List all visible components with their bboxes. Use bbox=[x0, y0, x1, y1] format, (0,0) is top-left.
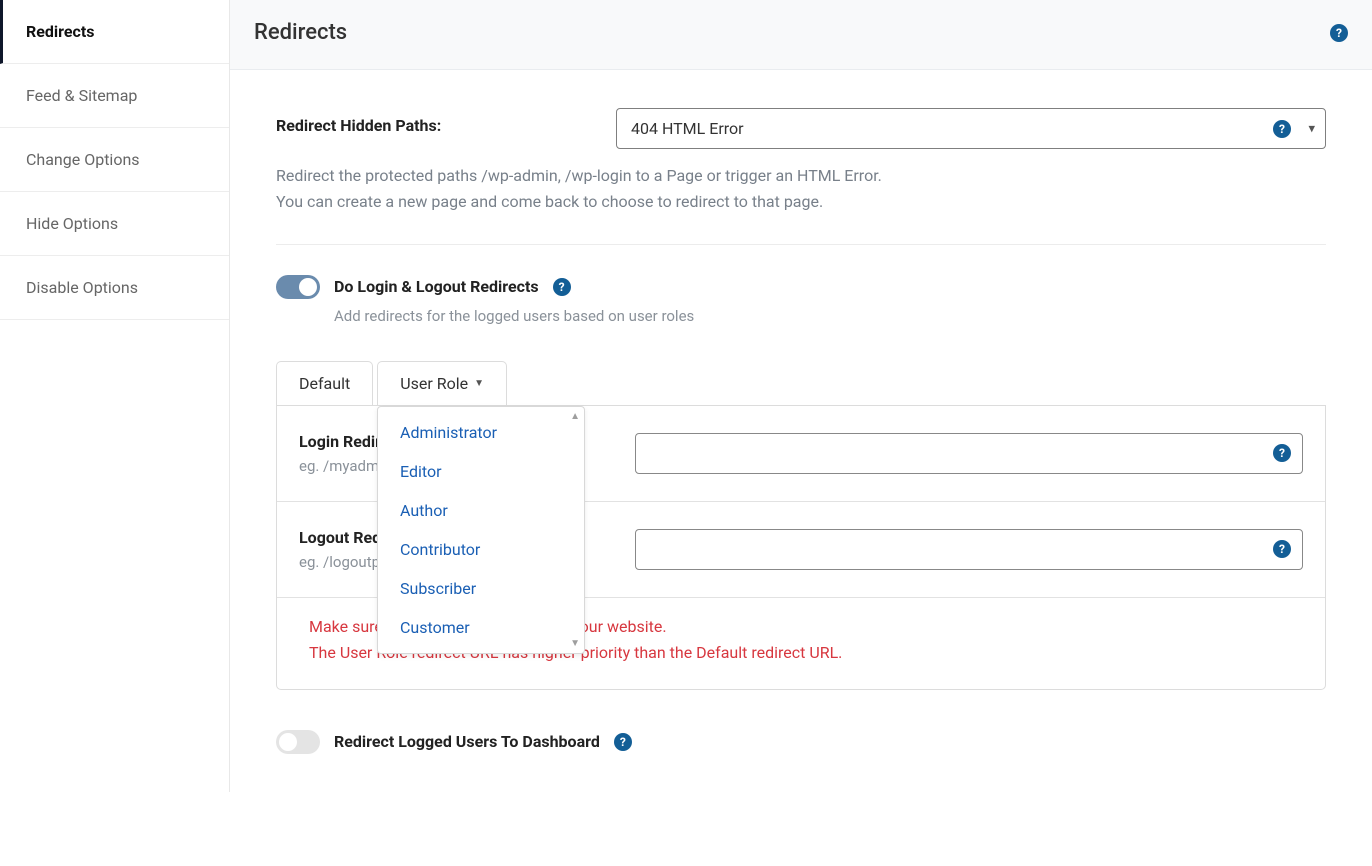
dropdown-item-editor[interactable]: Editor bbox=[378, 452, 584, 491]
header-help-icon[interactable]: ? bbox=[1330, 24, 1348, 42]
tab-default[interactable]: Default bbox=[276, 361, 373, 405]
sidebar: Redirects Feed & Sitemap Change Options … bbox=[0, 0, 230, 792]
dropdown-item-contributor[interactable]: Contributor bbox=[378, 530, 584, 569]
dropdown-item-subscriber[interactable]: Subscriber bbox=[378, 569, 584, 608]
sidebar-item-redirects[interactable]: Redirects bbox=[0, 0, 229, 64]
scroll-up-icon[interactable]: ▲ bbox=[570, 411, 580, 422]
hidden-paths-desc: Redirect the protected paths /wp-admin, … bbox=[276, 163, 1326, 216]
chevron-down-icon: ▾ bbox=[1308, 121, 1315, 136]
tabs: Default User Role ▼ bbox=[276, 361, 1326, 406]
login-redirect-input[interactable] bbox=[635, 433, 1303, 474]
redirect-card: ▲ Administrator Editor Author Contributo… bbox=[276, 406, 1326, 690]
login-logout-toggle[interactable] bbox=[276, 275, 320, 299]
hidden-paths-label: Redirect Hidden Paths: bbox=[276, 108, 576, 135]
hidden-paths-help-icon[interactable]: ? bbox=[1273, 120, 1291, 138]
main-panel: Redirects ? Redirect Hidden Paths: 404 H… bbox=[230, 0, 1372, 792]
tab-user-role[interactable]: User Role ▼ bbox=[377, 361, 507, 405]
hidden-paths-select[interactable]: 404 HTML Error ? ▾ bbox=[616, 108, 1326, 149]
sidebar-item-feed-sitemap[interactable]: Feed & Sitemap bbox=[0, 64, 229, 128]
login-redirect-help-icon[interactable]: ? bbox=[1273, 444, 1291, 462]
login-logout-desc: Add redirects for the logged users based… bbox=[334, 307, 1326, 325]
sidebar-item-disable-options[interactable]: Disable Options bbox=[0, 256, 229, 320]
header: Redirects ? bbox=[230, 0, 1372, 70]
dashboard-help-icon[interactable]: ? bbox=[614, 733, 632, 751]
logout-redirect-help-icon[interactable]: ? bbox=[1273, 540, 1291, 558]
caret-down-icon: ▼ bbox=[474, 378, 484, 389]
login-logout-toggle-label: Do Login & Logout Redirects bbox=[334, 277, 539, 296]
dashboard-toggle[interactable] bbox=[276, 730, 320, 754]
sidebar-item-hide-options[interactable]: Hide Options bbox=[0, 192, 229, 256]
hidden-paths-value: 404 HTML Error bbox=[631, 119, 744, 138]
page-title: Redirects bbox=[254, 20, 347, 45]
logout-redirect-input[interactable] bbox=[635, 529, 1303, 570]
user-role-dropdown: ▲ Administrator Editor Author Contributo… bbox=[377, 406, 585, 654]
dropdown-item-customer[interactable]: Customer bbox=[378, 608, 584, 647]
scroll-down-icon[interactable]: ▼ bbox=[570, 638, 580, 649]
divider bbox=[276, 244, 1326, 245]
login-logout-help-icon[interactable]: ? bbox=[553, 278, 571, 296]
dropdown-item-author[interactable]: Author bbox=[378, 491, 584, 530]
dropdown-item-administrator[interactable]: Administrator bbox=[378, 413, 584, 452]
dashboard-toggle-label: Redirect Logged Users To Dashboard bbox=[334, 732, 600, 751]
sidebar-item-change-options[interactable]: Change Options bbox=[0, 128, 229, 192]
